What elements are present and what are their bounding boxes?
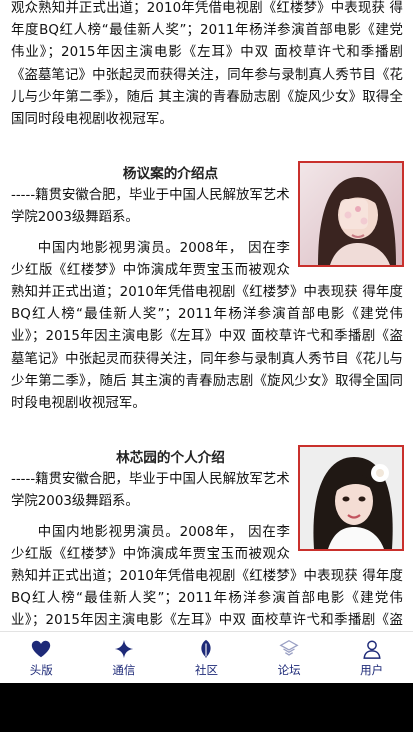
article-card[interactable]: 杨议案的介绍点 -----籍贯安徽合肥，毕业于中国人民解放军艺术学院2003级舞… xyxy=(11,161,404,415)
tab-label: 社区 xyxy=(194,663,218,677)
intro-paragraph: 观众熟知并正式出道；2010年凭借电视剧《红楼梦》中表现获 得年度BQ红人榜“最… xyxy=(11,1,403,128)
scroll-area[interactable]: 观众熟知并正式出道；2010年凭借电视剧《红楼梦》中表现获 得年度BQ红人榜“最… xyxy=(0,0,413,631)
tab-community[interactable]: 社区 xyxy=(165,632,248,683)
leaf-icon xyxy=(201,639,212,659)
tab-label: 论坛 xyxy=(277,663,301,677)
sparkle-icon xyxy=(114,639,134,659)
article-thumbnail[interactable] xyxy=(298,161,404,268)
article-thumbnail[interactable] xyxy=(298,445,404,552)
user-icon xyxy=(363,640,381,659)
tab-messages[interactable]: 通信 xyxy=(83,632,166,683)
portrait-image xyxy=(300,163,402,266)
forum-icon xyxy=(279,640,299,656)
heart-icon xyxy=(32,640,51,658)
article-card[interactable]: 林芯园的个人介绍 -----籍贯安徽合肥，毕业于中国人民解放军艺术学院2003级… xyxy=(11,445,404,631)
article-list: 观众熟知并正式出道；2010年凭借电视剧《红楼梦》中表现获 得年度BQ红人榜“最… xyxy=(0,0,413,631)
tab-home[interactable]: 头版 xyxy=(0,632,83,683)
system-navigation-bar xyxy=(0,683,413,732)
tab-label: 用户 xyxy=(360,663,384,677)
tab-forum[interactable]: 论坛 xyxy=(248,632,331,683)
bottom-tab-bar: 头版 通信 社区 论坛 用户 xyxy=(0,631,413,683)
portrait-image xyxy=(300,447,402,550)
tab-label: 通信 xyxy=(112,663,136,677)
tab-user[interactable]: 用户 xyxy=(330,632,413,683)
tab-label: 头版 xyxy=(29,663,53,677)
